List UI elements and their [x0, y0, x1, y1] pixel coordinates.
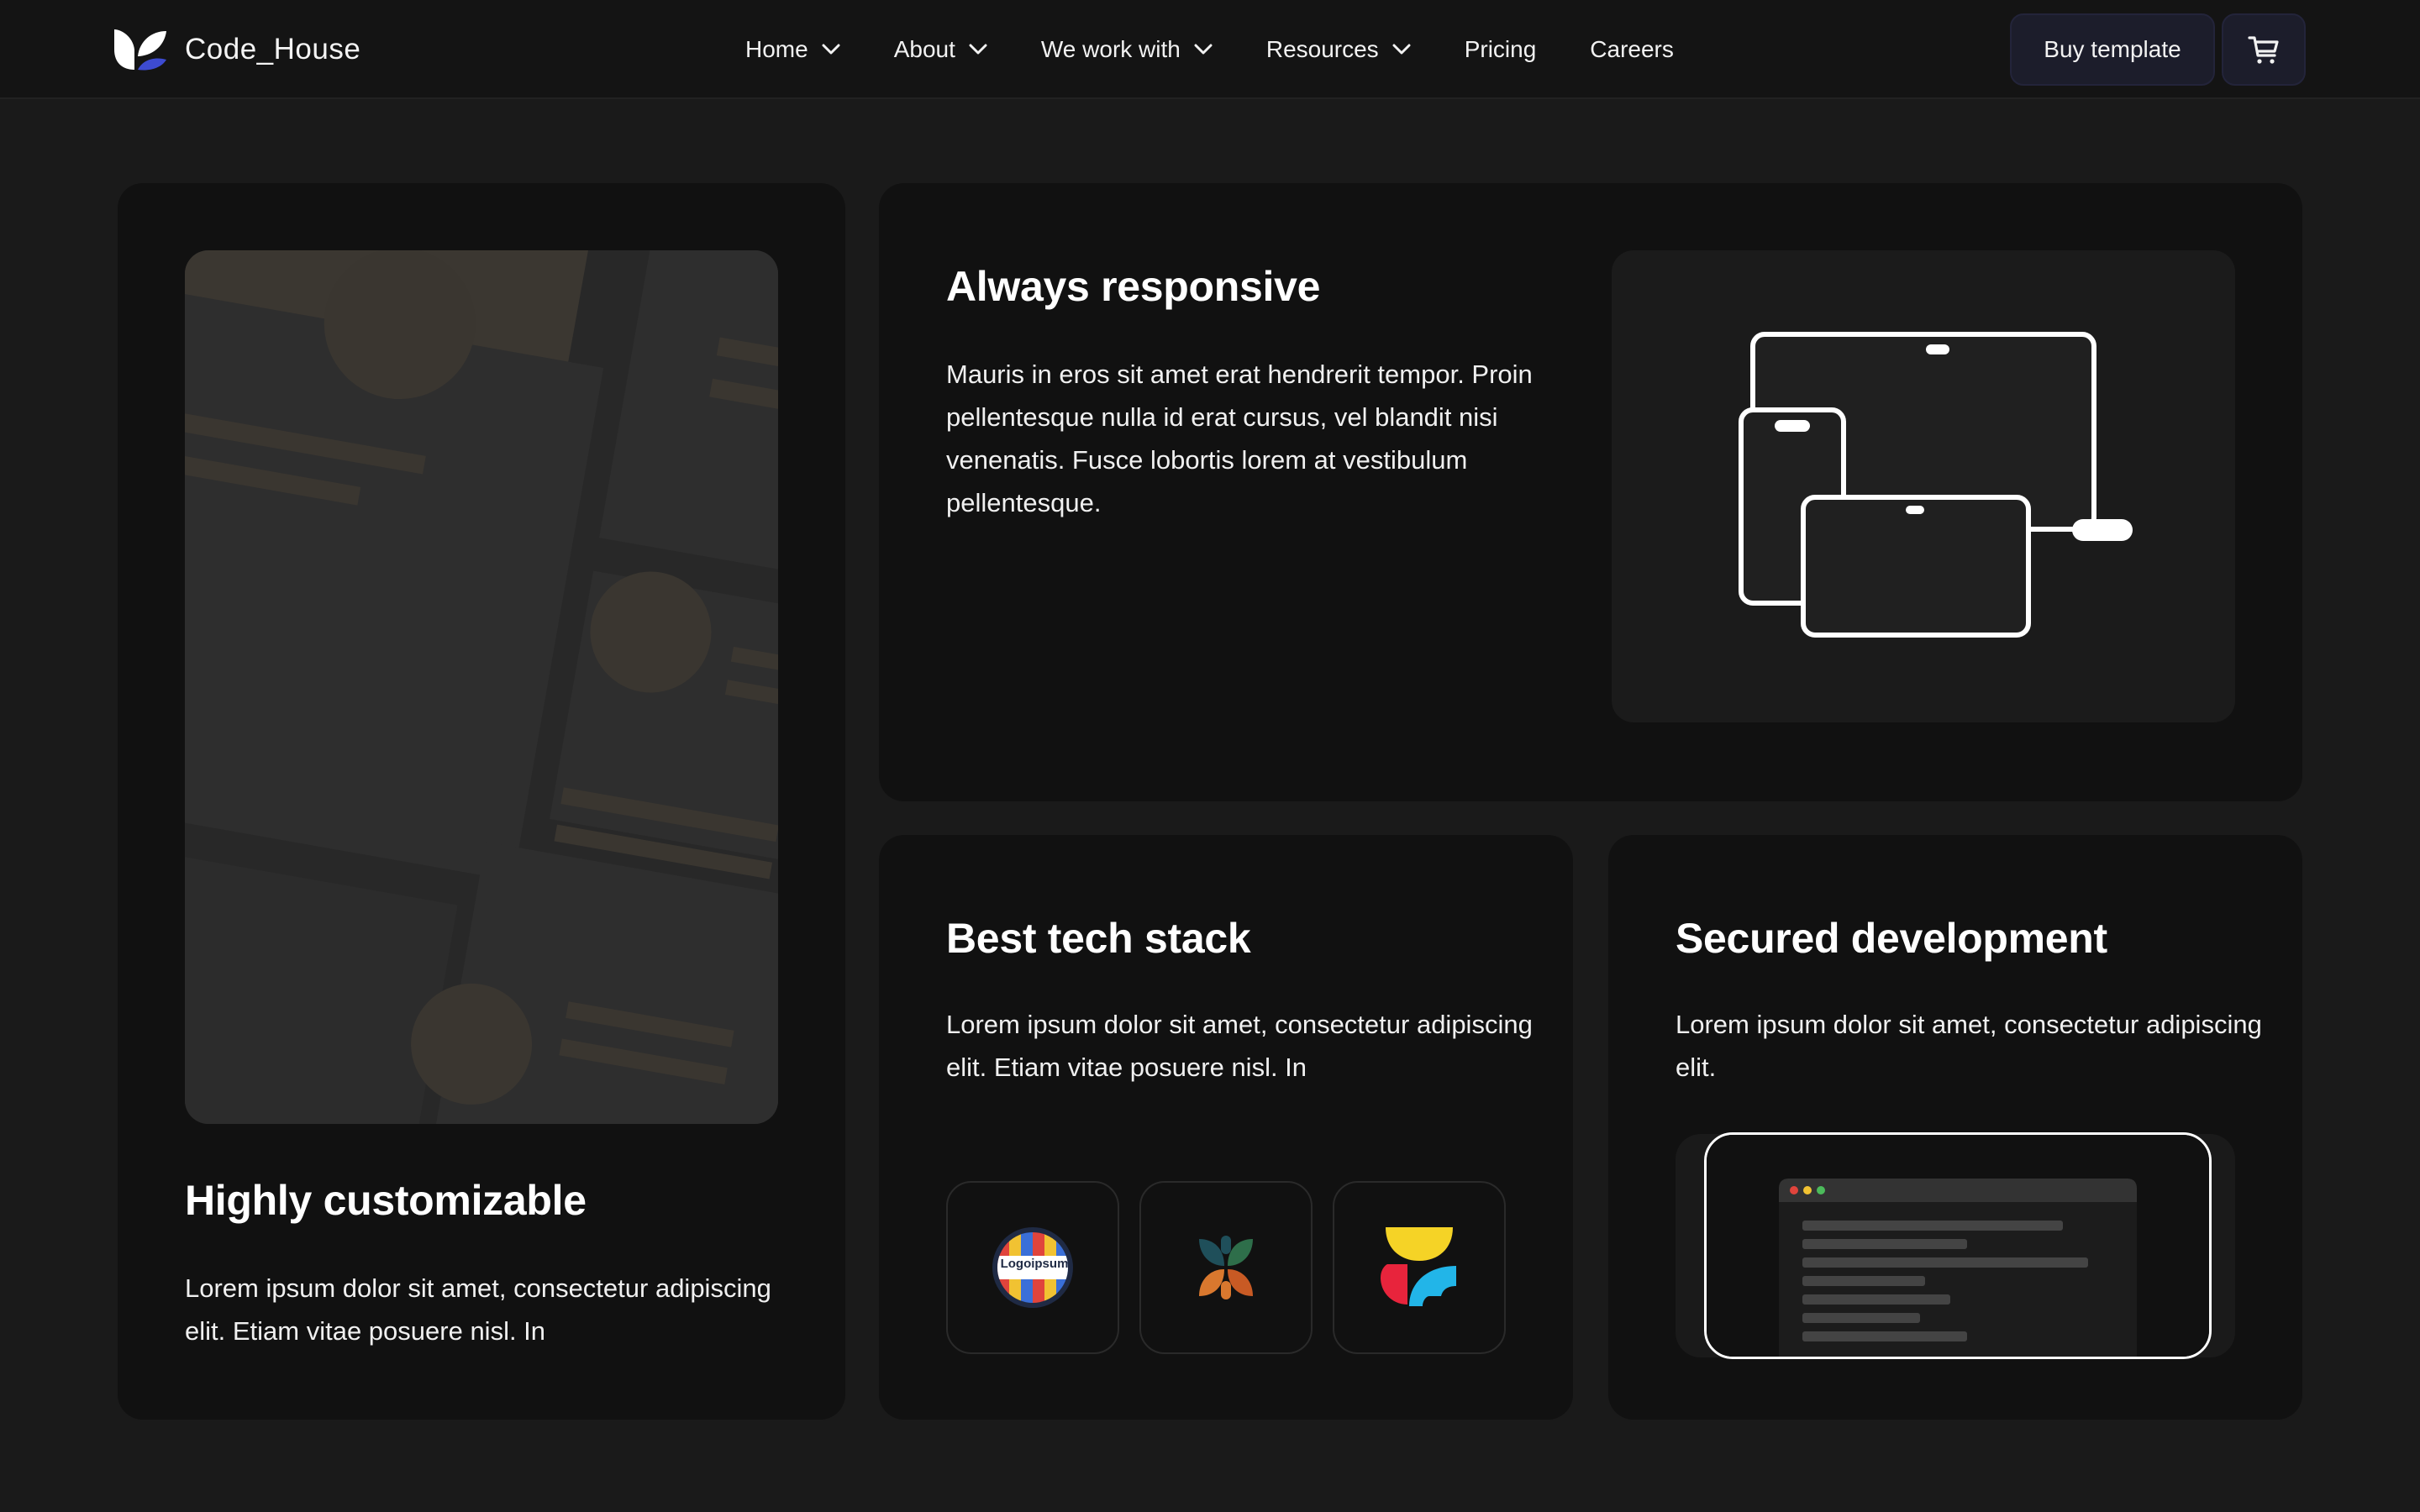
nav-item-pricing[interactable]: Pricing	[1465, 36, 1537, 63]
top-navbar: Code_House Home About We work with Resou…	[0, 0, 2420, 99]
feature-card-responsive: Always responsive Mauris in eros sit ame…	[879, 183, 2302, 801]
chevron-down-icon	[822, 44, 840, 55]
card-description: Lorem ipsum dolor sit amet, consectetur …	[185, 1273, 771, 1346]
nav-item-resources[interactable]: Resources	[1266, 36, 1411, 63]
brand[interactable]: Code_House	[113, 25, 360, 74]
nav-item-label: Pricing	[1464, 36, 1537, 62]
card-description: Lorem ipsum dolor sit amet, consectetur …	[1676, 1010, 2262, 1082]
feature-card-secured: Secured development Lorem ipsum dolor si…	[1608, 835, 2302, 1420]
card-title: Always responsive	[946, 263, 1321, 310]
brand-name: Code_House	[185, 33, 361, 66]
code-editor-illustration	[1704, 1132, 2212, 1359]
nav-item-label: We work with	[1040, 36, 1181, 62]
logo-wordmark: Logoipsum	[1000, 1257, 1069, 1271]
feature-card-tech-stack: Best tech stack Lorem ipsum dolor sit am…	[879, 835, 1573, 1420]
nav-item-label: Home	[745, 36, 808, 62]
chevron-down-icon	[969, 44, 987, 55]
nav-item-label: About	[893, 36, 955, 62]
tech-logo-tile[interactable]	[1139, 1181, 1313, 1354]
feature-card-customizable: Highly customizable Lorem ipsum dolor si…	[118, 183, 845, 1420]
card-description: Lorem ipsum dolor sit amet, consectetur …	[946, 1010, 1533, 1082]
leaf-logo-icon	[114, 29, 166, 71]
template-preview-image	[185, 250, 778, 1124]
nav-item-we-work-with[interactable]: We work with	[1041, 36, 1213, 63]
main-nav: Home About We work with Resources Pricin…	[745, 30, 1674, 69]
card-title: Highly customizable	[185, 1177, 587, 1224]
nav-item-about[interactable]: About	[894, 36, 987, 63]
cart-icon	[2248, 36, 2279, 64]
nav-item-label: Careers	[1590, 36, 1674, 62]
chevron-down-icon	[1194, 44, 1213, 55]
nav-item-home[interactable]: Home	[745, 36, 840, 63]
petal-flower-logo-icon	[1199, 1236, 1253, 1299]
tech-logo-tile[interactable]: Logoipsum	[946, 1181, 1119, 1354]
card-title: Best tech stack	[946, 915, 1251, 962]
geometric-shapes-logo-icon	[1381, 1227, 1456, 1306]
responsive-devices-illustration	[1612, 250, 2235, 722]
buy-template-button[interactable]: Buy template	[2010, 13, 2215, 86]
card-description: Mauris in eros sit amet erat hendrerit t…	[946, 360, 1533, 517]
card-title: Secured development	[1676, 915, 2107, 962]
chevron-down-icon	[1392, 44, 1411, 55]
tech-logo-tile[interactable]	[1333, 1181, 1506, 1354]
nav-item-careers[interactable]: Careers	[1590, 36, 1674, 63]
cart-button[interactable]	[2222, 13, 2306, 86]
nav-item-label: Resources	[1265, 36, 1379, 62]
